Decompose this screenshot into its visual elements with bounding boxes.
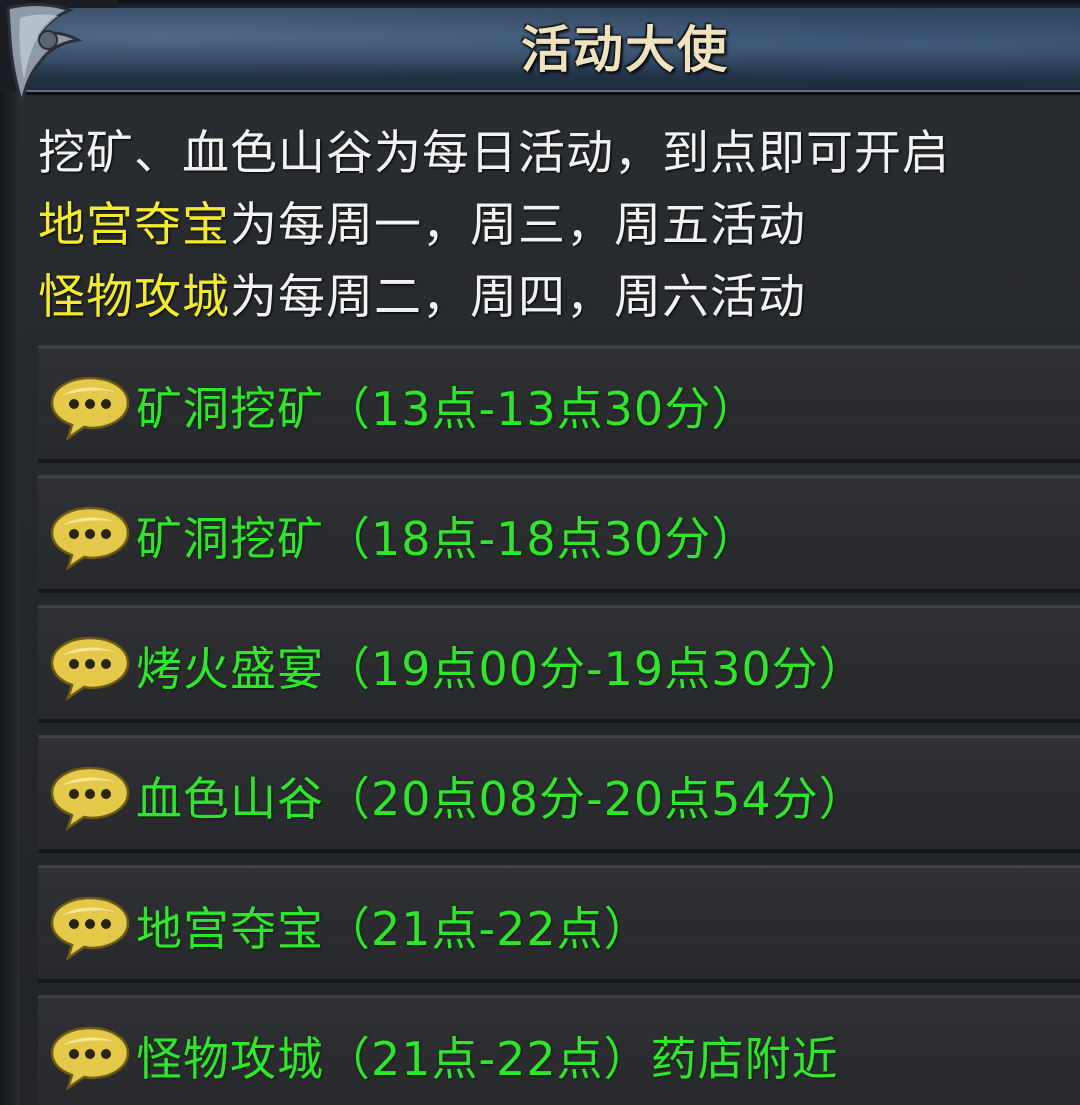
speech-bubble-icon: [50, 1026, 130, 1091]
activity-row[interactable]: 怪物攻城（21点-22点）药店附近: [38, 995, 1080, 1105]
left-edge: [0, 92, 20, 1105]
activity-row[interactable]: 烤火盛宴（19点00分-19点30分）: [38, 605, 1080, 723]
desc-line3-rest: 为每周二，周四，周六活动: [230, 270, 806, 325]
desc-line-daily: 挖矿、血色山谷为每日活动，到点即可开启: [38, 126, 950, 181]
activity-envoy-panel: 活动大使 挖矿、血色山谷为每日活动，到点即可开启 地宫夺宝为每周一，周三，周五活…: [0, 0, 1080, 1105]
activity-label: 地宫夺宝（21点-22点）: [136, 902, 651, 956]
activity-row[interactable]: 地宫夺宝（21点-22点）: [38, 865, 1080, 983]
activity-row[interactable]: 矿洞挖矿（13点-13点30分）: [38, 345, 1080, 463]
activity-label: 矿洞挖矿（18点-18点30分）: [136, 512, 759, 566]
activity-row[interactable]: 矿洞挖矿（18点-18点30分）: [38, 475, 1080, 593]
desc-line2-rest: 为每周一，周三，周五活动: [230, 198, 806, 253]
speech-bubble-icon: [50, 636, 130, 701]
desc-line-weekly-siege: 怪物攻城为每周二，周四，周六活动: [38, 262, 1068, 334]
activity-description: 挖矿、血色山谷为每日活动，到点即可开启 地宫夺宝为每周一，周三，周五活动 怪物攻…: [38, 118, 1068, 334]
activity-row[interactable]: 血色山谷（20点08分-20点54分）: [38, 735, 1080, 853]
activity-label: 血色山谷（20点08分-20点54分）: [136, 772, 866, 826]
desc-line-weekly-treasure: 地宫夺宝为每周一，周三，周五活动: [38, 190, 1068, 262]
highlight-dungeon-treasure: 地宫夺宝: [38, 198, 230, 253]
window-header: 活动大使: [0, 0, 1080, 95]
speech-bubble-icon: [50, 376, 130, 441]
activity-list: 矿洞挖矿（13点-13点30分） 矿洞挖矿（18点-18点30分） 烤火盛宴（1…: [38, 345, 1080, 1105]
window-title: 活动大使: [521, 21, 729, 79]
activity-label: 矿洞挖矿（13点-13点30分）: [136, 382, 759, 436]
highlight-monster-siege: 怪物攻城: [38, 270, 230, 325]
activity-label: 烤火盛宴（19点00分-19点30分）: [136, 642, 866, 696]
speech-bubble-icon: [50, 506, 130, 571]
speech-bubble-icon: [50, 896, 130, 961]
activity-label: 怪物攻城（21点-22点）药店附近: [136, 1032, 839, 1086]
speech-bubble-icon: [50, 766, 130, 831]
